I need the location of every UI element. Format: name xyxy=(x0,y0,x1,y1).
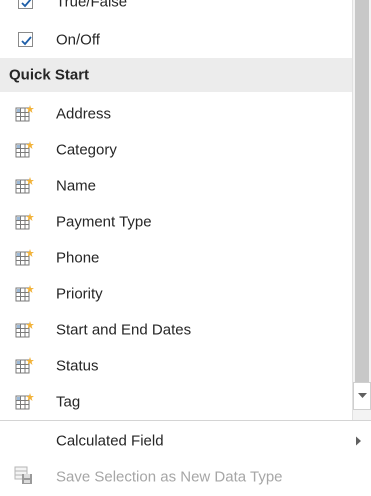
save-selection-label: Save Selection as New Data Type xyxy=(56,468,283,486)
table-field-icon xyxy=(14,391,36,413)
table-field-icon xyxy=(14,211,36,233)
menu-list: True/False On/Off Quick Start Address Ca… xyxy=(0,0,352,420)
scrollbar-thumb[interactable] xyxy=(355,0,369,382)
menu-item-label: Priority xyxy=(56,285,103,303)
chevron-right-icon xyxy=(356,433,361,450)
menu-item-name[interactable]: Name xyxy=(0,168,352,204)
menu-item-label: Tag xyxy=(56,393,81,411)
menu-item-label: Status xyxy=(56,357,99,375)
checkbox-checked-icon xyxy=(14,29,36,51)
menu-item-address[interactable]: Address xyxy=(0,96,352,132)
menu-item-on-off[interactable]: On/Off xyxy=(0,22,352,58)
menu-item-label: Category xyxy=(56,141,117,159)
menu-item-payment-type[interactable]: Payment Type xyxy=(0,204,352,240)
table-field-icon xyxy=(14,103,36,125)
menu-item-start-and-end-dates[interactable]: Start and End Dates xyxy=(0,312,352,348)
table-field-icon xyxy=(14,319,36,341)
checkbox-checked-icon xyxy=(14,0,36,13)
menu-item-label: True/False xyxy=(56,0,128,11)
menu-item-label: Address xyxy=(56,105,112,123)
menu-item-tag[interactable]: Tag xyxy=(0,384,352,420)
table-field-icon xyxy=(14,283,36,305)
field-type-dropdown-menu: True/False On/Off Quick Start Address Ca… xyxy=(0,0,371,496)
calculated-field-label: Calculated Field xyxy=(56,432,164,450)
menu-item-category[interactable]: Category xyxy=(0,132,352,168)
menu-item-status[interactable]: Status xyxy=(0,348,352,384)
menu-item-true-false[interactable]: True/False xyxy=(0,0,352,20)
menu-item-priority[interactable]: Priority xyxy=(0,276,352,312)
menu-item-label: Name xyxy=(56,177,97,195)
group-header-quick-start: Quick Start xyxy=(0,58,352,92)
table-field-icon xyxy=(14,139,36,161)
save-data-type-icon xyxy=(14,465,34,489)
table-field-icon xyxy=(14,355,36,377)
menu-divider xyxy=(0,420,371,421)
scroll-down-button[interactable] xyxy=(353,382,371,410)
group-header-label: Quick Start xyxy=(9,66,90,84)
table-field-icon xyxy=(14,247,36,269)
menu-item-phone[interactable]: Phone xyxy=(0,240,352,276)
table-field-icon xyxy=(14,175,36,197)
vertical-scrollbar[interactable] xyxy=(352,0,371,420)
menu-item-label: Start and End Dates xyxy=(56,321,192,339)
menu-item-label: On/Off xyxy=(56,31,100,49)
menu-item-label: Phone xyxy=(56,249,100,267)
menu-item-label: Payment Type xyxy=(56,213,152,231)
calculated-field-menu-item[interactable]: Calculated Field xyxy=(0,423,371,459)
save-selection-menu-item[interactable]: Save Selection as New Data Type xyxy=(0,459,371,495)
